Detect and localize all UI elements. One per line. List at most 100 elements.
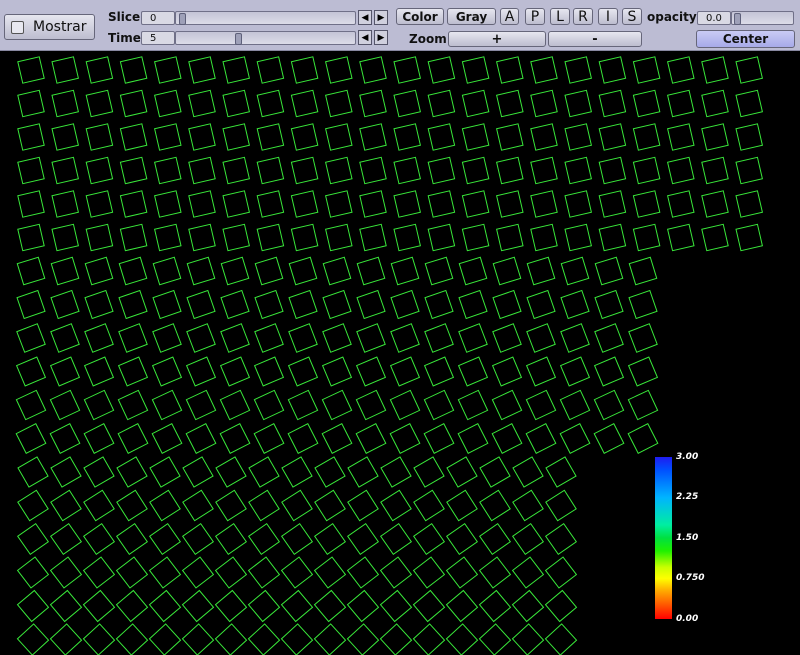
field-glyph (632, 89, 661, 118)
field-glyph (314, 489, 346, 522)
field-glyph (427, 56, 456, 84)
field-glyph (393, 56, 421, 84)
field-glyph (427, 190, 456, 218)
field-glyph (222, 89, 250, 118)
field-glyph (560, 289, 590, 320)
field-glyph (51, 156, 79, 185)
field-glyph (50, 289, 80, 320)
field-glyph (393, 156, 421, 185)
field-glyph (214, 522, 248, 556)
field-glyph (735, 156, 763, 185)
color-button[interactable]: Color (396, 8, 444, 25)
field-glyph (530, 156, 558, 185)
field-glyph (667, 223, 695, 252)
field-glyph (598, 123, 627, 151)
slice-next-arrow-icon[interactable]: ▶ (374, 10, 388, 25)
view-a-button[interactable]: A (500, 8, 519, 25)
view-l-button[interactable]: L (550, 8, 570, 25)
time-next-arrow-icon[interactable]: ▶ (374, 30, 388, 45)
field-glyph (458, 289, 488, 320)
field-glyph (359, 223, 387, 252)
opacity-slider-thumb[interactable] (734, 13, 741, 25)
field-glyph (51, 89, 79, 118)
field-glyph (83, 489, 115, 522)
slice-value-field[interactable]: 0 (141, 11, 175, 25)
view-i-button[interactable]: I (598, 8, 618, 25)
field-glyph (461, 89, 490, 118)
field-glyph (458, 256, 488, 286)
field-glyph (380, 489, 412, 522)
field-glyph (667, 56, 695, 84)
field-glyph (16, 289, 46, 320)
zoom-in-button[interactable]: + (448, 31, 546, 47)
field-glyph (185, 356, 217, 387)
field-glyph (17, 223, 45, 252)
mostrar-checkbox-button[interactable]: Mostrar (4, 14, 95, 40)
center-button[interactable]: Center (696, 30, 795, 48)
field-glyph (457, 423, 489, 454)
field-glyph (149, 456, 181, 488)
time-label: Time (108, 31, 141, 45)
slice-slider[interactable] (175, 11, 356, 25)
field-glyph (256, 156, 285, 185)
field-glyph (427, 156, 456, 185)
opacity-value-field[interactable]: 0.0 (697, 11, 731, 25)
field-glyph (287, 356, 319, 387)
field-glyph (181, 589, 215, 623)
field-glyph (16, 589, 50, 623)
time-value-field[interactable]: 5 (141, 31, 175, 45)
vector-field-view[interactable] (0, 52, 800, 655)
field-glyph (525, 356, 557, 387)
field-glyph (85, 223, 114, 252)
field-glyph (50, 489, 82, 522)
field-glyph (478, 522, 512, 556)
field-glyph (496, 89, 524, 118)
field-glyph (511, 623, 545, 655)
time-slider[interactable] (175, 31, 356, 45)
field-glyph (478, 556, 512, 589)
view-s-button[interactable]: S (622, 8, 642, 25)
field-glyph (627, 423, 659, 454)
field-glyph (83, 423, 115, 454)
opacity-slider[interactable] (731, 11, 794, 25)
field-glyph (356, 289, 386, 320)
field-glyph (390, 323, 420, 353)
zoom-out-button[interactable]: - (548, 31, 642, 47)
field-glyph (49, 589, 83, 623)
field-glyph (346, 589, 380, 623)
view-r-button[interactable]: R (573, 8, 593, 25)
field-glyph (51, 223, 79, 252)
colorbar-label-mid: 1.50 (676, 533, 699, 543)
field-glyph (564, 89, 592, 118)
field-glyph (593, 389, 625, 421)
field-glyph (564, 190, 592, 218)
time-slider-thumb[interactable] (235, 33, 242, 45)
slice-prev-arrow-icon[interactable]: ◀ (358, 10, 372, 25)
field-glyph (389, 389, 421, 421)
field-glyph (346, 522, 380, 556)
field-glyph (427, 89, 456, 118)
gray-button[interactable]: Gray (447, 8, 496, 25)
time-prev-arrow-icon[interactable]: ◀ (358, 30, 372, 45)
view-p-button[interactable]: P (525, 8, 545, 25)
field-glyph (321, 356, 353, 387)
field-glyph (254, 289, 284, 320)
field-glyph (256, 123, 285, 151)
field-glyph (17, 156, 45, 185)
field-glyph (379, 589, 413, 623)
field-glyph (325, 190, 353, 218)
field-glyph (356, 256, 386, 286)
field-glyph (593, 423, 625, 454)
field-glyph (85, 190, 114, 218)
field-glyph (151, 389, 183, 421)
field-glyph (628, 289, 658, 320)
field-glyph (152, 289, 182, 320)
field-glyph (16, 556, 50, 589)
field-glyph (735, 190, 763, 218)
field-glyph (214, 589, 248, 623)
field-glyph (322, 289, 352, 320)
field-glyph (186, 323, 216, 353)
field-glyph (119, 156, 148, 185)
field-glyph (256, 89, 285, 118)
slice-slider-thumb[interactable] (179, 13, 186, 25)
